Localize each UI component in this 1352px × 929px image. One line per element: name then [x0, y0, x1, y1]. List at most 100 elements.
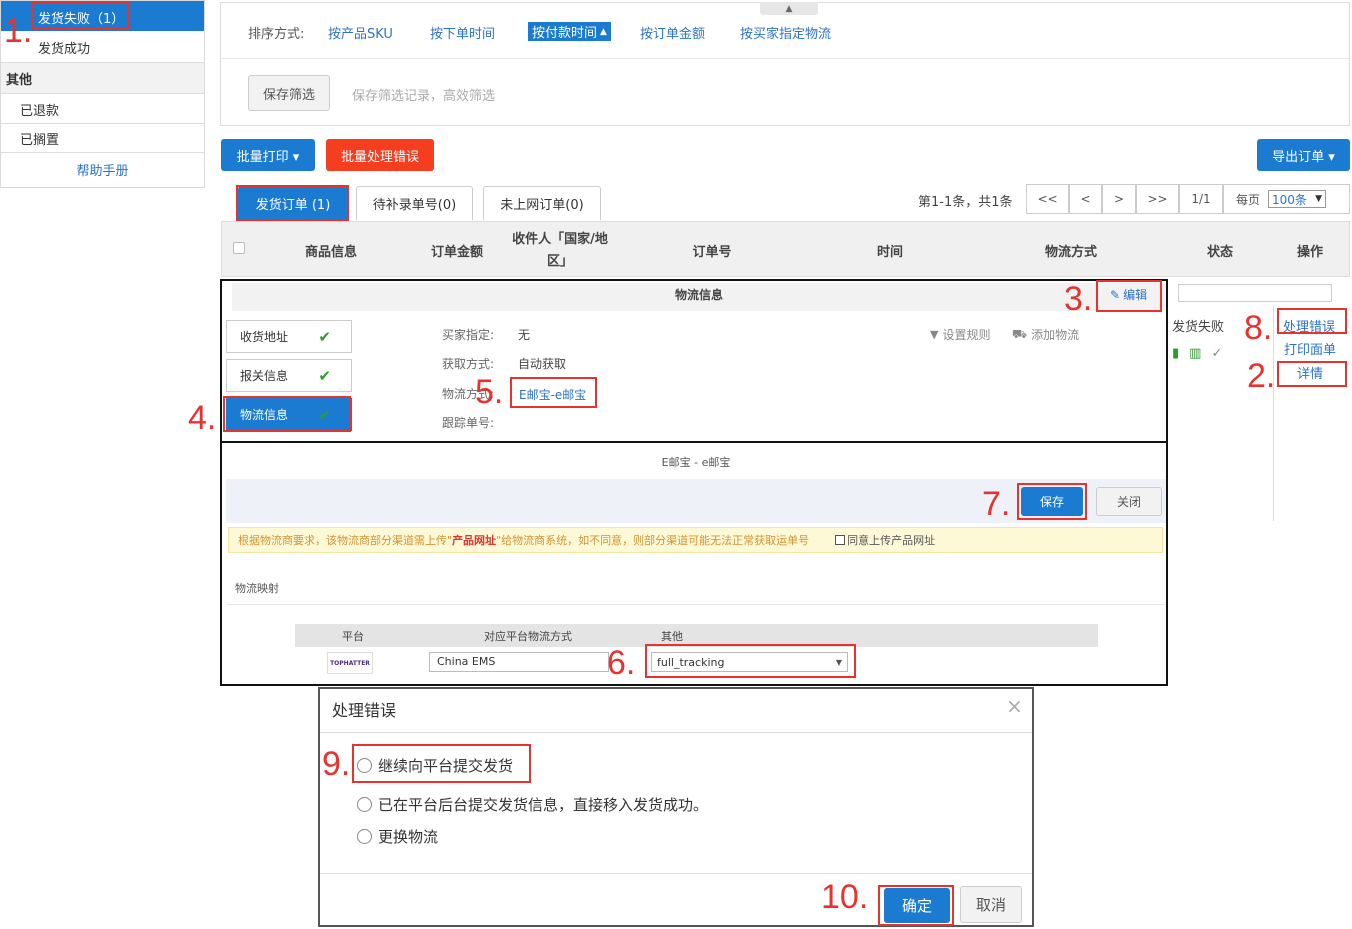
actions-divider: [1273, 305, 1274, 521]
th-time: 时间: [876, 245, 903, 260]
batch-print-button[interactable]: 批量打印 ▾: [221, 139, 315, 171]
highlight-edit: [1096, 280, 1162, 312]
fetch-method-label: 获取方式:: [442, 357, 495, 371]
option-already-submitted-radio[interactable]: [357, 797, 372, 812]
tab-pending-tracking[interactable]: 待补录单号(0): [356, 186, 473, 220]
highlight-other-select: [645, 644, 856, 678]
pager-per-page-box: 每页 100条 ▼: [1223, 184, 1350, 214]
pager-first[interactable]: <<: [1026, 184, 1069, 214]
mapping-col-method: 对应平台物流方式: [484, 630, 572, 643]
th-order-amount: 订单金额: [430, 245, 483, 260]
truck-icon: ⛟: [1012, 326, 1028, 341]
sort-by-amount[interactable]: 按订单金额: [640, 23, 705, 42]
step-2: 2.: [1247, 357, 1276, 395]
dialog-close-icon[interactable]: ×: [1006, 694, 1023, 718]
highlight-details: [1277, 361, 1347, 387]
sort-panel: [220, 2, 1350, 126]
collapse-tab[interactable]: ▲: [760, 2, 818, 15]
carrier-warning: 根据物流商要求，该物流商部分渠道需上传" 产品网址 "给物流商系统，如不同意，则部分…: [228, 527, 1163, 553]
step-9: 9.: [322, 745, 351, 783]
step-4: 4.: [188, 399, 217, 437]
pager-last[interactable]: >>: [1136, 184, 1179, 214]
check-icon: ✔: [318, 366, 331, 385]
batch-fix-error-button[interactable]: 批量处理错误: [326, 139, 434, 171]
mapping-divider: [226, 604, 1166, 605]
highlight-confirm: [878, 885, 954, 926]
barcode-icon[interactable]: ▥: [1189, 346, 1201, 361]
sidebar-divider: [1, 123, 204, 124]
option-change-logistics-label[interactable]: 更换物流: [378, 826, 438, 847]
status-filter-input[interactable]: [1178, 284, 1332, 302]
save-filter-hint: 保存筛选记录，高效筛选: [352, 89, 496, 104]
pager-prev[interactable]: <: [1069, 184, 1102, 214]
highlight-sidebar-failed: [31, 2, 129, 30]
sign-icon[interactable]: ✓: [1211, 346, 1222, 361]
sort-by-buyer-logistics[interactable]: 按买家指定物流: [740, 23, 831, 42]
pager-per-page-label: 每页: [1236, 192, 1261, 207]
dialog-cancel-button[interactable]: 取消: [960, 886, 1022, 923]
sort-by-order-time[interactable]: 按下单时间: [430, 23, 495, 42]
sidebar-divider-2: [1, 152, 204, 153]
th-logistics: 物流方式: [1044, 245, 1097, 260]
set-rule-label: 设置规则: [942, 328, 991, 342]
pager-next[interactable]: >: [1102, 184, 1136, 214]
tab-not-online[interactable]: 未上网订单(0): [483, 186, 601, 220]
tophatter-logo-text: TOPHATTER: [330, 659, 370, 667]
order-row-icons: ▮ ▥ ✓: [1172, 346, 1222, 361]
sort-by-pay-time[interactable]: 按付款时间 ▲: [528, 22, 611, 41]
sidebar-item-refunded[interactable]: 已退款: [20, 100, 59, 119]
side-tab-customs[interactable]: 报关信息 ✔: [226, 359, 352, 392]
sort-by-sku[interactable]: 按产品SKU: [328, 23, 393, 42]
highlight-method-link: [510, 377, 597, 408]
sidebar-item-on-hold[interactable]: 已搁置: [20, 129, 59, 148]
sort-label: 排序方式:: [248, 27, 305, 42]
highlight-shipping-tab: [236, 185, 349, 221]
side-tab-address[interactable]: 收货地址 ✔: [226, 320, 352, 353]
step-1: 1.: [4, 12, 33, 50]
set-rule-link[interactable]: ▼ 设置规则: [930, 326, 990, 343]
per-page-select[interactable]: 100条 ▼: [1268, 190, 1327, 208]
logistics-panel-title: 物流信息: [674, 288, 723, 302]
print-label-link[interactable]: 打印面单: [1284, 339, 1336, 358]
highlight-save: [1017, 483, 1087, 520]
sort-divider: [221, 58, 1349, 59]
dialog-divider-bottom: [320, 873, 1032, 874]
option-change-logistics-radio[interactable]: [357, 829, 372, 844]
carrier-panel-title: E邮宝 - e邮宝: [661, 456, 731, 469]
pager-current: 1/1: [1179, 184, 1223, 214]
agree-checkbox[interactable]: [835, 535, 846, 545]
th-actions: 操作: [1296, 245, 1323, 260]
mapping-col-platform: 平台: [342, 630, 364, 643]
platform-method-input[interactable]: China EMS: [429, 652, 609, 672]
buyer-specified-label: 买家指定:: [442, 328, 495, 342]
step-5: 5.: [475, 373, 504, 411]
select-all-checkbox[interactable]: [233, 242, 245, 254]
sidebar-help-link[interactable]: 帮助手册: [0, 160, 205, 179]
step-7: 7.: [982, 485, 1011, 523]
option-already-submitted-label[interactable]: 已在平台后台提交发货信息，直接移入发货成功。: [378, 794, 708, 815]
highlight-logistics-tab: [223, 396, 351, 432]
add-logistics-link[interactable]: ⛟ 添加物流: [1012, 326, 1079, 343]
sidebar-other-label: 其他: [6, 73, 33, 88]
check-icon: ✔: [318, 327, 331, 346]
dialog-title: 处理错误: [332, 701, 397, 720]
book-icon[interactable]: ▮: [1172, 346, 1179, 361]
chevron-up-icon: ▲: [785, 3, 793, 14]
tracking-number-label: 跟踪单号:: [442, 416, 495, 430]
save-filter-button[interactable]: 保存筛选: [248, 75, 330, 111]
buyer-specified-value: 无: [518, 328, 531, 342]
step-10: 10.: [821, 878, 869, 916]
sort-arrow-up-icon: ▲: [600, 26, 607, 37]
order-status: 发货失败: [1172, 320, 1225, 335]
step-6: 6.: [607, 644, 636, 682]
side-tab-customs-label: 报关信息: [240, 369, 289, 383]
pager-summary: 第1-1条，共1条: [918, 195, 1013, 210]
highlight-fix-error: [1277, 308, 1347, 334]
th-recipient: 收件人「国家/地区」: [512, 232, 608, 269]
export-orders-button[interactable]: 导出订单 ▾: [1257, 139, 1350, 171]
mapping-section-title: 物流映射: [235, 582, 279, 595]
carrier-close-button[interactable]: 关闭: [1096, 487, 1162, 516]
warning-text-a: 根据物流商要求，该物流商部分渠道需上传": [238, 534, 453, 547]
th-order-number: 订单号: [692, 245, 732, 260]
agree-label: 同意上传产品网址: [847, 534, 936, 547]
